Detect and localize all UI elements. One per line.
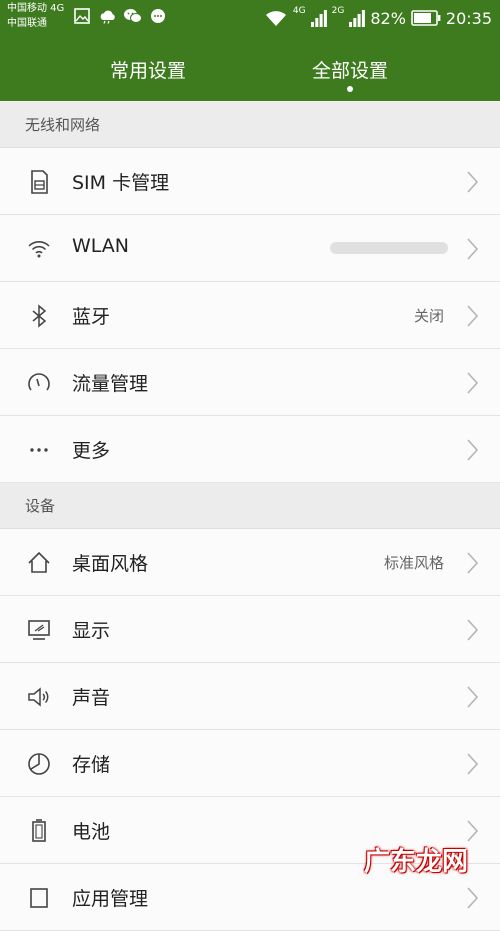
chevron-right-icon xyxy=(467,305,479,327)
chevron-right-icon xyxy=(467,686,479,708)
app-header: 中国移动 4G 中国联通 4G 2G 82% 20:35 常用设置 全部设置 xyxy=(0,0,500,101)
settings-item-label: 流量管理 xyxy=(72,373,149,395)
chevron-right-icon xyxy=(467,439,479,461)
section-title: 无线和网络 xyxy=(25,116,101,134)
tab-common-settings[interactable]: 常用设置 xyxy=(110,56,186,83)
status-right: 4G 2G 82% 20:35 xyxy=(264,6,492,29)
settings-item-label: 蓝牙 xyxy=(72,306,111,328)
settings-item-sound[interactable]: 声音 xyxy=(0,663,500,730)
settings-item-sim[interactable]: SIM 卡管理 xyxy=(0,148,500,215)
settings-item-label: 应用管理 xyxy=(72,888,149,910)
tab-all-settings[interactable]: 全部设置 xyxy=(312,56,388,83)
settings-item-display[interactable]: 显示 xyxy=(0,596,500,663)
watermark: 广东龙网 xyxy=(364,847,469,877)
gallery-icon xyxy=(74,8,90,24)
status-bar: 中国移动 4G 中国联通 4G 2G 82% 20:35 xyxy=(0,0,500,36)
settings-item-desktop-style[interactable]: 桌面风格 标准风格 xyxy=(0,529,500,596)
signal-icon-2 xyxy=(349,10,366,27)
settings-item-label: 更多 xyxy=(72,440,111,462)
wechat-icon xyxy=(124,9,142,23)
chevron-right-icon xyxy=(467,372,479,394)
messenger-icon xyxy=(151,9,165,23)
bluetooth-icon xyxy=(32,304,47,328)
chevron-right-icon xyxy=(467,171,479,193)
settings-item-storage[interactable]: 存储 xyxy=(0,730,500,797)
chevron-right-icon xyxy=(467,887,479,909)
carrier-1: 中国移动 4G xyxy=(7,3,65,14)
settings-item-bluetooth[interactable]: 蓝牙 关闭 xyxy=(0,282,500,349)
settings-item-label: 桌面风格 xyxy=(72,553,149,575)
wifi-icon xyxy=(265,11,286,26)
battery-icon xyxy=(411,10,441,26)
settings-item-label: 显示 xyxy=(72,620,111,642)
settings-item-wlan[interactable]: WLAN xyxy=(0,215,500,282)
display-icon xyxy=(28,620,50,640)
sim-card-icon xyxy=(31,170,48,194)
section-device: 设备 xyxy=(0,483,500,529)
settings-item-data-usage[interactable]: 流量管理 xyxy=(0,349,500,416)
settings-item-label: 电池 xyxy=(72,821,111,843)
section-title: 设备 xyxy=(25,497,56,515)
settings-item-label: SIM 卡管理 xyxy=(72,172,170,194)
section-wireless-network: 无线和网络 xyxy=(0,102,500,148)
settings-item-label: 存储 xyxy=(72,754,111,776)
wifi-icon xyxy=(28,241,50,258)
carrier-info: 中国移动 4G 中国联通 xyxy=(7,1,64,31)
chevron-right-icon xyxy=(467,753,479,775)
settings-item-more[interactable]: 更多 xyxy=(0,416,500,483)
net-type-1: 4G xyxy=(292,6,306,16)
battery-icon xyxy=(32,819,46,842)
settings-tabs: 常用设置 全部设置 xyxy=(0,48,500,92)
chevron-right-icon xyxy=(467,820,479,842)
chevron-right-icon xyxy=(467,238,479,260)
clock: 20:35 xyxy=(445,8,492,28)
storage-icon xyxy=(28,753,50,775)
settings-item-value: 关闭 xyxy=(413,307,444,325)
signal-icon xyxy=(310,10,327,27)
cloud-icon xyxy=(100,10,115,24)
settings-item-label: WLAN xyxy=(72,235,130,257)
carrier-2: 中国联通 xyxy=(7,18,47,29)
chevron-right-icon xyxy=(467,619,479,641)
tab-selected-indicator xyxy=(347,86,353,92)
chevron-right-icon xyxy=(467,552,479,574)
settings-item-label: 声音 xyxy=(72,687,111,709)
speaker-icon xyxy=(28,687,49,707)
gauge-icon xyxy=(28,373,50,391)
net-type-2: 2G xyxy=(331,6,345,16)
blurred-network-name xyxy=(330,242,448,254)
settings-item-value: 标准风格 xyxy=(383,554,444,572)
battery-percent: 82% xyxy=(370,8,406,28)
more-dots-icon xyxy=(30,448,48,452)
home-icon xyxy=(28,551,50,573)
